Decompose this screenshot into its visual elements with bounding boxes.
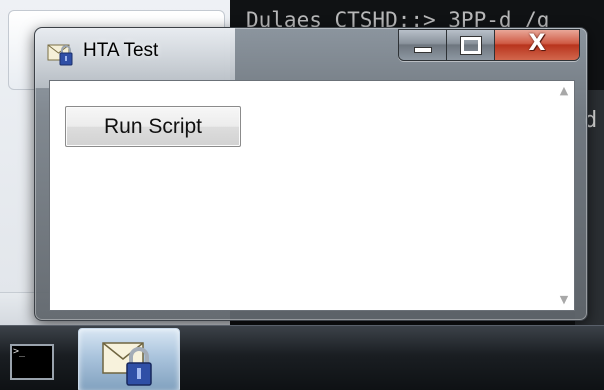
mail-lock-icon — [101, 337, 157, 390]
run-script-button[interactable]: Run Script — [65, 106, 241, 147]
hta-content-area: Run Script ▲ ▼ — [49, 80, 575, 311]
scroll-up-arrow-icon[interactable]: ▲ — [558, 85, 570, 97]
minimize-icon — [414, 47, 432, 53]
command-prompt-glyph: >_ — [13, 346, 26, 357]
close-button[interactable]: X — [495, 30, 579, 60]
maximize-button[interactable] — [447, 30, 495, 60]
window-title: HTA Test — [83, 40, 159, 61]
taskbar-item-command-prompt[interactable]: >_ — [4, 334, 66, 384]
hta-window: HTA Test X Run Script ▲ ▼ — [34, 27, 588, 321]
minimize-button[interactable] — [399, 30, 447, 60]
maximize-icon — [460, 36, 482, 55]
mail-lock-icon — [47, 40, 75, 73]
vertical-scrollbar[interactable]: ▲ ▼ — [554, 81, 574, 310]
scroll-down-arrow-icon[interactable]: ▼ — [558, 294, 570, 306]
close-icon: X — [528, 31, 546, 56]
caption-buttons: X — [398, 29, 580, 61]
taskbar-item-hta-test[interactable] — [78, 328, 180, 390]
taskbar: >_ — [0, 325, 604, 390]
